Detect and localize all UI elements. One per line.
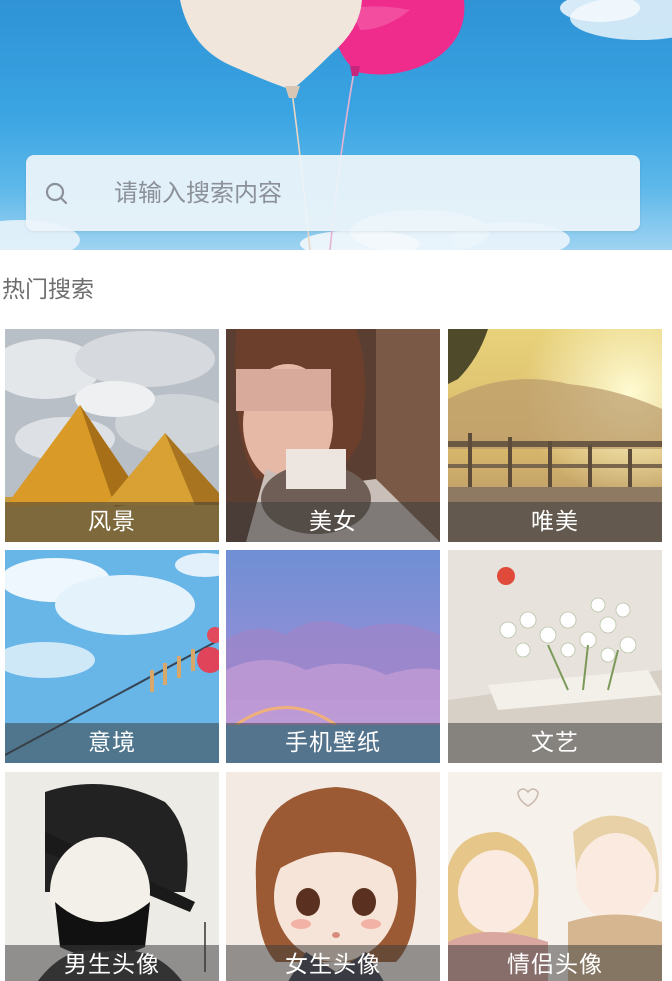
category-grid: 风景 美女 唯美 意境 手机壁纸 文艺 男生头像 女生头像 情侣头像 [0,329,672,981]
category-label: 美女 [226,502,440,542]
category-label: 手机壁纸 [226,723,440,763]
hero-banner: 请输入搜索内容 [0,0,672,250]
app-screen: 请输入搜索内容 热门搜索 风景 美女 唯美 意境 手机壁纸 文艺 男生头像 女生… [0,0,672,981]
category-tile-scenery[interactable]: 风景 [5,329,219,542]
search-input[interactable]: 请输入搜索内容 [26,155,640,231]
category-label: 意境 [5,723,219,763]
category-tile-wallpaper[interactable]: 手机壁纸 [226,550,440,763]
category-label: 女生头像 [226,945,440,981]
search-placeholder: 请输入搜索内容 [114,179,282,207]
category-tile-couple-avatar[interactable]: 情侣头像 [448,772,662,981]
search-icon [45,182,68,205]
category-label: 文艺 [448,723,662,763]
category-label: 风景 [5,502,219,542]
category-tile-literary[interactable]: 文艺 [448,550,662,763]
category-tile-aesthetic[interactable]: 唯美 [448,329,662,542]
category-label: 唯美 [448,502,662,542]
category-tile-mood[interactable]: 意境 [5,550,219,763]
category-label: 情侣头像 [448,945,662,981]
category-label: 男生头像 [5,945,219,981]
category-tile-boy-avatar[interactable]: 男生头像 [5,772,219,981]
category-tile-girl-avatar[interactable]: 女生头像 [226,772,440,981]
category-tile-beauty[interactable]: 美女 [226,329,440,542]
hot-search-title: 热门搜索 [2,277,94,303]
